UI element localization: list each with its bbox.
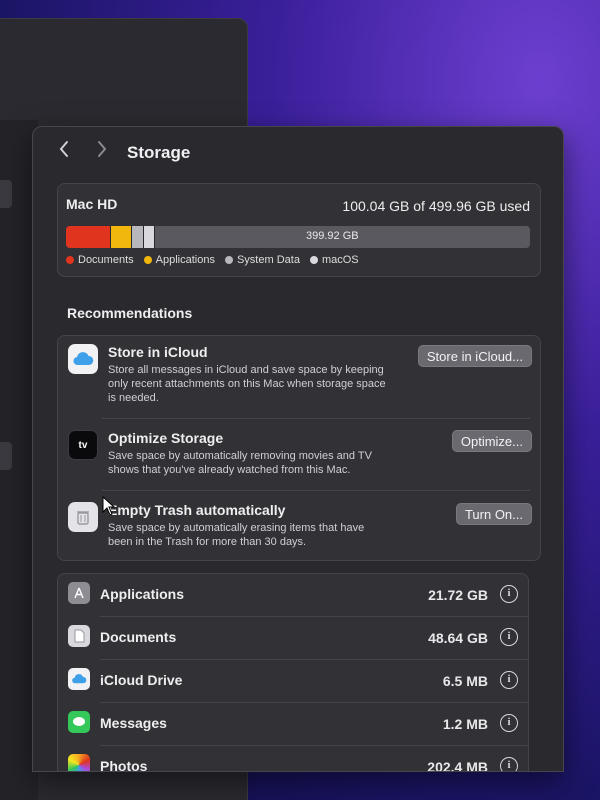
- info-button[interactable]: i: [500, 757, 518, 771]
- recommendation-icloud: Store in iCloud Store all messages in iC…: [58, 336, 540, 412]
- list-item-name: Applications: [100, 586, 185, 602]
- apple-tv-icon: tv: [68, 430, 98, 460]
- recommendation-title: Empty Trash automatically: [108, 502, 286, 518]
- storage-window: Storage Mac HD 100.04 GB of 499.96 GB us…: [32, 126, 564, 772]
- list-item-name: iCloud Drive: [100, 672, 183, 688]
- back-button[interactable]: [53, 139, 75, 165]
- background-control: [0, 442, 12, 470]
- store-in-icloud-button[interactable]: Store in iCloud...: [417, 345, 532, 367]
- list-item-applications[interactable]: Applications 21.72 GB i: [58, 574, 528, 616]
- info-button[interactable]: i: [500, 671, 518, 689]
- chevron-right-icon: [98, 141, 107, 157]
- info-button[interactable]: i: [500, 628, 518, 646]
- recommendations-card: Store in iCloud Store all messages in iC…: [57, 335, 541, 561]
- legend-item-system-data: System Data: [224, 254, 300, 266]
- page-title: Storage: [127, 143, 191, 162]
- list-item-size: 1.2 MB: [442, 716, 488, 732]
- messages-icon: [68, 711, 90, 733]
- list-item-photos[interactable]: Photos 202.4 MB i: [58, 746, 528, 772]
- list-item-messages[interactable]: Messages 1.2 MB i: [58, 703, 528, 745]
- chevron-left-icon: [59, 141, 68, 157]
- turn-on-button[interactable]: Turn On...: [455, 503, 532, 525]
- recommendation-description: Save space by automatically removing mov…: [108, 450, 372, 476]
- list-item-icloud-drive[interactable]: iCloud Drive 6.5 MB i: [58, 660, 528, 702]
- free-space-label: 399.92 GB: [306, 230, 359, 242]
- list-item-size: 21.72 GB: [428, 587, 488, 603]
- list-item-documents[interactable]: Documents 48.64 GB i: [58, 617, 528, 659]
- icloud-icon: [68, 344, 98, 374]
- recommendations-heading: Recommendations: [67, 305, 193, 321]
- legend-label: System Data: [236, 254, 300, 266]
- list-item-name: Photos: [100, 758, 148, 772]
- recommendation-description: Store all messages in iCloud and save sp…: [108, 364, 386, 404]
- info-button[interactable]: i: [500, 714, 518, 732]
- usage-segment-applications: [111, 226, 133, 248]
- list-item-size: 202.4 MB: [427, 759, 488, 772]
- mouse-cursor-icon: [102, 496, 116, 516]
- legend-label: macOS: [321, 254, 359, 266]
- icloud-drive-icon: [68, 668, 90, 690]
- trash-icon: [68, 502, 98, 532]
- legend-label: Applications: [155, 254, 215, 266]
- legend-item-macos: macOS: [309, 254, 359, 266]
- legend-item-documents: Documents: [66, 254, 134, 266]
- disk-used-text: 100.04 GB of 499.96 GB used: [342, 198, 530, 214]
- usage-segment-macos: [143, 226, 155, 248]
- list-item-size: 48.64 GB: [428, 630, 488, 646]
- info-button[interactable]: i: [500, 585, 518, 603]
- system-data-dot-icon: [224, 256, 233, 264]
- forward-button[interactable]: [91, 139, 113, 165]
- legend-label: Documents: [78, 254, 134, 266]
- optimize-button[interactable]: Optimize...: [451, 430, 532, 452]
- photos-icon: [68, 754, 90, 771]
- recommendation-optimize: tv Optimize Storage Save space by automa…: [58, 420, 540, 490]
- titlebar: Storage: [33, 127, 563, 177]
- documents-icon: [68, 625, 90, 647]
- background-control: [0, 180, 12, 208]
- recommendation-description: Save space by automatically erasing item…: [108, 522, 365, 548]
- usage-segment-documents: [66, 226, 111, 248]
- list-item-size: 6.5 MB: [442, 673, 488, 689]
- applications-dot-icon: [143, 256, 152, 264]
- storage-legend: Documents Applications System Data macOS: [66, 254, 359, 266]
- usage-segment-system-data: [132, 226, 144, 248]
- disk-usage-card: Mac HD 100.04 GB of 499.96 GB used 399.9…: [57, 183, 541, 277]
- storage-usage-bar[interactable]: [66, 226, 530, 248]
- recommendation-empty-trash: Empty Trash automatically Save space by …: [58, 492, 540, 560]
- recommendation-title: Optimize Storage: [108, 430, 224, 446]
- list-item-name: Messages: [100, 715, 167, 731]
- divider: [102, 418, 530, 419]
- macos-dot-icon: [309, 256, 318, 264]
- recommendation-title: Store in iCloud: [108, 344, 208, 360]
- disk-name: Mac HD: [66, 196, 118, 212]
- legend-item-applications: Applications: [143, 254, 215, 266]
- list-item-name: Documents: [100, 629, 177, 645]
- divider: [102, 490, 530, 491]
- storage-categories-list: Applications 21.72 GB i Documents 48.64 …: [57, 573, 529, 772]
- documents-dot-icon: [66, 256, 74, 264]
- applications-icon: [68, 582, 90, 604]
- apple-tv-icon-text: tv: [78, 439, 88, 451]
